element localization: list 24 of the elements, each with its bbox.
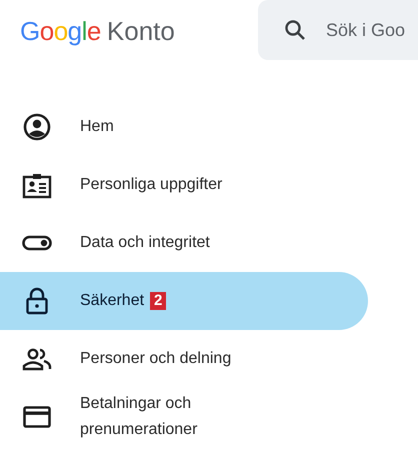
sidebar-item[interactable]: Personliga uppgifter bbox=[0, 156, 368, 214]
google-logo: Google bbox=[20, 14, 101, 48]
sidebar-item[interactable]: Betalningar och prenumerationer bbox=[0, 388, 368, 446]
sidebar-item[interactable]: Personer och delning bbox=[0, 330, 368, 388]
search-field[interactable]: Sök i Goo bbox=[258, 0, 418, 60]
people-icon bbox=[22, 347, 52, 371]
item-label: Säkerhet bbox=[80, 291, 144, 311]
sidebar-item[interactable]: Hem bbox=[0, 98, 368, 156]
credit-card-icon bbox=[23, 406, 51, 428]
number-badge: 2 bbox=[150, 292, 166, 310]
item-label: Betalningar och prenumerationer bbox=[80, 394, 198, 440]
item-label: Hem bbox=[80, 117, 114, 137]
item-label: Personer och delning bbox=[80, 349, 232, 369]
sidebar-item[interactable]: Säkerhet 2 bbox=[0, 272, 368, 330]
toggle-icon bbox=[22, 235, 52, 251]
sidebar-item[interactable]: Data och integritet bbox=[0, 214, 368, 272]
search-icon bbox=[284, 19, 306, 41]
item-label: Personliga uppgifter bbox=[80, 175, 222, 195]
product-name: Konto bbox=[106, 14, 175, 48]
account-circle-icon bbox=[23, 113, 51, 141]
search-placeholder: Sök i Goo bbox=[326, 18, 406, 42]
lock-icon bbox=[25, 287, 49, 315]
item-label: Data och integritet bbox=[80, 233, 210, 253]
id-card-icon bbox=[22, 171, 52, 199]
